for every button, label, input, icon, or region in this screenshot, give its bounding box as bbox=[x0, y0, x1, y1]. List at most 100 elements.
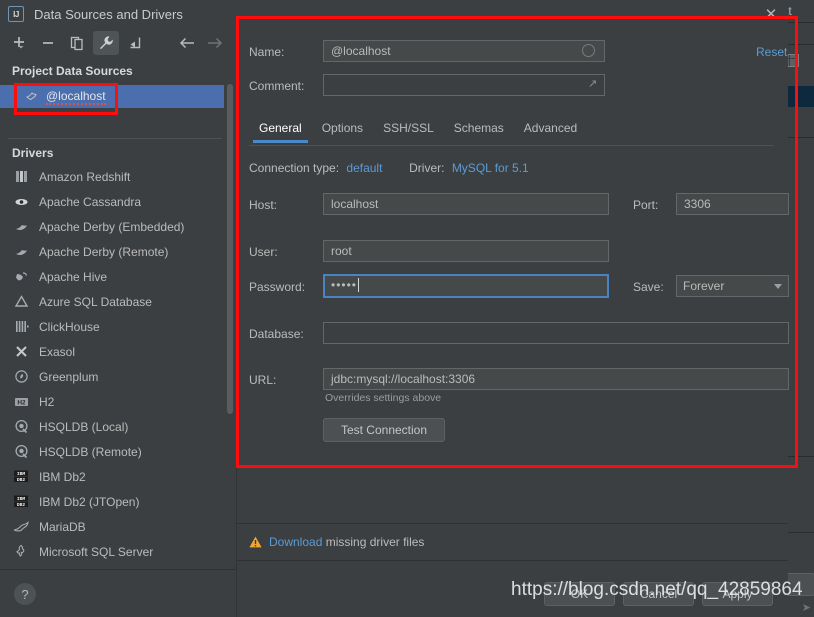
password-input[interactable]: ••••• bbox=[323, 274, 609, 298]
ibm-db2-icon: IBM DB2 bbox=[12, 468, 30, 486]
sidebar-scrollbar[interactable] bbox=[227, 84, 233, 414]
driver-label: Driver: bbox=[409, 161, 445, 175]
list-item[interactable]: H2 H2 bbox=[0, 389, 224, 414]
navigate-back-button[interactable] bbox=[174, 31, 200, 55]
wrench-icon bbox=[100, 36, 113, 50]
save-label: Save: bbox=[633, 280, 664, 294]
exasol-x-icon bbox=[12, 343, 30, 361]
download-driver-link[interactable]: Download bbox=[269, 535, 322, 549]
remove-button[interactable] bbox=[35, 31, 61, 55]
user-label: User: bbox=[249, 245, 278, 259]
sidebar-panel: Project Data Sources @localhost Drivers bbox=[0, 28, 236, 617]
list-item-label: HSQLDB (Local) bbox=[39, 419, 129, 434]
list-item[interactable]: Greenplum bbox=[0, 364, 224, 389]
tab-schemas[interactable]: Schemas bbox=[444, 116, 514, 143]
comment-input[interactable] bbox=[323, 74, 605, 96]
clickhouse-bars-icon bbox=[12, 318, 30, 336]
svg-text:DB2: DB2 bbox=[17, 477, 26, 483]
comment-label: Comment: bbox=[249, 79, 305, 93]
plus-icon bbox=[14, 37, 24, 49]
missing-driver-warning: Download missing driver files bbox=[237, 524, 788, 560]
list-item-label: Greenplum bbox=[39, 369, 99, 384]
sidebar-item-label: @localhost bbox=[46, 88, 106, 105]
test-connection-button[interactable]: Test Connection bbox=[323, 418, 445, 442]
user-input[interactable]: root bbox=[323, 240, 609, 262]
list-item[interactable]: Azure SQL Database bbox=[0, 289, 224, 314]
url-hint: Overrides settings above bbox=[325, 392, 442, 404]
arrow-right-icon bbox=[208, 37, 223, 49]
connection-type-label: Connection type: bbox=[249, 161, 340, 175]
name-input[interactable]: @localhost bbox=[323, 40, 605, 62]
host-label: Host: bbox=[249, 198, 278, 212]
data-sources-dialog: Data Sources and Drivers ✕ bbox=[0, 0, 789, 617]
list-item[interactable]: Apache Hive bbox=[0, 264, 224, 289]
svg-text:H2: H2 bbox=[17, 400, 26, 407]
hsqldb-icon bbox=[12, 418, 30, 436]
list-item[interactable]: Apache Derby (Embedded) bbox=[0, 214, 224, 239]
arrow-left-icon bbox=[179, 37, 194, 49]
duplicate-button[interactable] bbox=[64, 31, 90, 55]
sidebar-item-localhost[interactable]: @localhost bbox=[0, 85, 224, 108]
navigate-forward-button[interactable] bbox=[202, 31, 228, 55]
ibm-db2-icon: IBM DB2 bbox=[12, 493, 30, 511]
database-input[interactable] bbox=[323, 322, 789, 344]
settings-tabs: General Options SSH/SSL Schemas Advanced bbox=[237, 116, 788, 146]
tab-general[interactable]: General bbox=[249, 116, 312, 143]
driver-value[interactable]: MySQL for 5.1 bbox=[452, 161, 529, 175]
datasource-settings-panel: Name: @localhost Reset Comment: ↗ Genera… bbox=[236, 28, 789, 617]
name-label: Name: bbox=[249, 45, 285, 59]
password-label: Password: bbox=[249, 280, 306, 294]
url-input[interactable]: jdbc:mysql://localhost:3306 bbox=[323, 368, 789, 390]
tab-advanced[interactable]: Advanced bbox=[514, 116, 587, 143]
sidebar-divider bbox=[8, 138, 222, 139]
database-label: Database: bbox=[249, 327, 304, 341]
save-password-dropdown[interactable]: Forever bbox=[676, 275, 789, 297]
list-item[interactable]: ClickHouse bbox=[0, 314, 224, 339]
import-button[interactable] bbox=[122, 31, 148, 55]
mssql-icon bbox=[12, 543, 30, 561]
list-item[interactable]: HSQLDB (Local) bbox=[0, 414, 224, 439]
list-item[interactable]: Microsoft SQL Server bbox=[0, 539, 224, 564]
host-input[interactable]: localhost bbox=[323, 193, 609, 215]
list-item[interactable]: Exasol bbox=[0, 339, 224, 364]
sidebar-bottom-divider bbox=[0, 569, 236, 570]
reset-link[interactable]: Reset bbox=[756, 45, 787, 59]
chevron-down-icon bbox=[774, 283, 782, 289]
list-item[interactable]: IBM DB2 IBM Db2 (JTOpen) bbox=[0, 489, 224, 514]
list-item[interactable]: Apache Cassandra bbox=[0, 189, 224, 214]
list-item-label: H2 bbox=[39, 394, 55, 409]
add-button[interactable] bbox=[6, 31, 32, 55]
resize-grip[interactable]: ➤ bbox=[799, 602, 811, 614]
list-item[interactable]: IBM DB2 IBM Db2 bbox=[0, 464, 224, 489]
list-item-label: Apache Derby (Embedded) bbox=[39, 219, 185, 234]
svg-text:DB2: DB2 bbox=[17, 502, 26, 508]
list-item-label: Apache Derby (Remote) bbox=[39, 244, 169, 259]
password-value: ••••• bbox=[331, 278, 358, 292]
warning-bottom-divider bbox=[237, 560, 788, 561]
drivers-list[interactable]: Amazon Redshift Apache Cassandra Apache … bbox=[0, 164, 224, 571]
list-item[interactable]: HSQLDB (Remote) bbox=[0, 439, 224, 464]
properties-button[interactable] bbox=[93, 31, 119, 55]
list-item-label: IBM Db2 bbox=[39, 469, 86, 484]
list-item[interactable]: Amazon Redshift bbox=[0, 164, 224, 189]
save-password-value: Forever bbox=[683, 279, 725, 293]
tab-ssh-ssl[interactable]: SSH/SSL bbox=[373, 116, 444, 143]
greenplum-circle-icon bbox=[12, 368, 30, 386]
list-item[interactable]: MariaDB bbox=[0, 514, 224, 539]
tab-options[interactable]: Options bbox=[312, 116, 373, 143]
list-item-label: Azure SQL Database bbox=[39, 294, 152, 309]
sidebar-toolbar bbox=[0, 28, 236, 58]
dialog-titlebar: Data Sources and Drivers bbox=[0, 0, 788, 28]
derby-hat-icon bbox=[12, 218, 30, 236]
cassandra-eye-icon bbox=[12, 193, 30, 211]
copy-icon bbox=[70, 36, 83, 51]
list-item[interactable]: Apache Derby (Remote) bbox=[0, 239, 224, 264]
connection-type-value[interactable]: default bbox=[346, 161, 382, 175]
port-input[interactable]: 3306 bbox=[676, 193, 789, 215]
list-item-label: Microsoft SQL Server bbox=[39, 544, 154, 559]
derby-hat-icon bbox=[12, 243, 30, 261]
close-icon[interactable]: ✕ bbox=[763, 6, 779, 22]
help-button[interactable]: ? bbox=[14, 583, 36, 605]
expand-editor-icon[interactable]: ↗ bbox=[588, 77, 597, 90]
watermark-text: https://blog.csdn.net/qq_42859864 bbox=[511, 579, 803, 600]
